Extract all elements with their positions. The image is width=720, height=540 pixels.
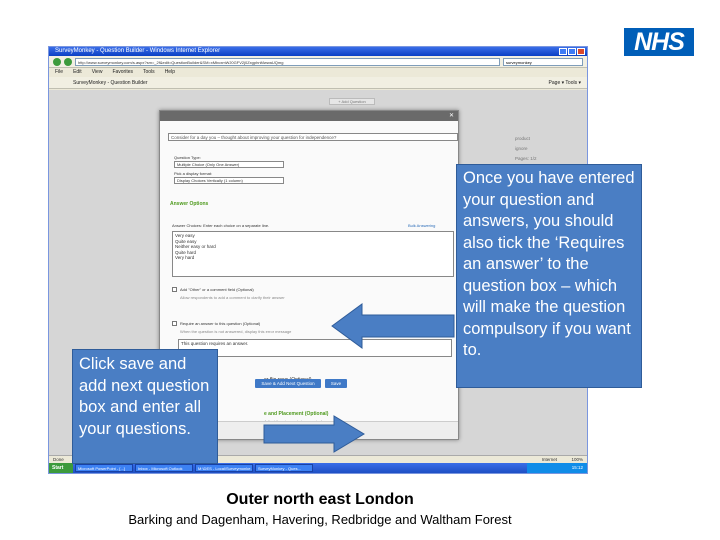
save-add-next-question-button[interactable]: Save & Add Next Question [255, 379, 321, 388]
display-format-select[interactable]: Display Choices Vertically (1 column) [174, 177, 284, 184]
callout-save-add: Click save and add next question box and… [72, 349, 218, 464]
display-format-label: Pick a display format: [174, 171, 213, 176]
back-icon[interactable] [53, 57, 61, 66]
arrow-right-icon [263, 415, 365, 453]
arrow-left-icon [331, 303, 455, 349]
save-button[interactable]: Save [325, 379, 347, 388]
side-label: Pages: 1/2 [515, 156, 537, 161]
require-answer-checkbox[interactable] [172, 321, 177, 326]
other-field-desc: Allow respondents to add a comment to cl… [180, 295, 285, 300]
side-label: ignore [515, 146, 528, 151]
address-bar: http://www.surveymonkey.com/s.aspx?sm=_2… [49, 56, 587, 68]
taskbar-item[interactable]: Microsoft PowerPoint - [...] [75, 464, 133, 472]
require-answer-desc: When the question is not answered, displ… [180, 329, 292, 334]
list-item: Very hard [175, 255, 195, 260]
callout-require-answer: Once you have entered your question and … [456, 164, 642, 388]
forward-icon[interactable] [64, 57, 72, 66]
dialog-header: ✕ [160, 111, 458, 121]
start-button[interactable]: Start [49, 463, 73, 473]
menu-edit[interactable]: Edit [73, 68, 82, 77]
url-input[interactable]: http://www.surveymonkey.com/s.aspx?sm=_2… [75, 57, 500, 66]
bulk-answering-link[interactable]: Bulk Answering [408, 223, 435, 228]
taskbar-item[interactable]: M:\DES - Local\Surveymonke... [195, 464, 253, 472]
other-checkbox[interactable] [172, 287, 177, 292]
page-tools-menu[interactable]: Page ▾ Tools ▾ [549, 77, 581, 89]
menu-view[interactable]: View [92, 68, 103, 77]
footer-title: Outer north east London [226, 491, 414, 508]
tab-bar: SurveyMonkey - Question Builder Page ▾ T… [49, 77, 587, 89]
nhs-logo: NHS [624, 28, 694, 56]
close-icon[interactable] [577, 48, 585, 55]
question-type-select[interactable]: Multiple Choice (Only One Answer) [174, 161, 284, 168]
menu-help[interactable]: Help [165, 68, 175, 77]
answer-choices-textarea[interactable]: Very easy Quite easy Neither easy or har… [172, 231, 454, 277]
window-controls [559, 48, 585, 55]
menu-file[interactable]: File [55, 68, 63, 77]
maximize-icon[interactable] [568, 48, 576, 55]
menu-favorites[interactable]: Favorites [112, 68, 133, 77]
browser-title: SurveyMonkey - Question Builder - Window… [55, 48, 221, 54]
browser-titlebar: SurveyMonkey - Question Builder - Window… [49, 47, 587, 56]
footer-subtitle: Barking and Dagenham, Havering, Redbridg… [128, 512, 512, 527]
taskbar: Start Microsoft PowerPoint - [...] Inbox… [49, 463, 587, 473]
dialog-close-icon[interactable]: ✕ [449, 112, 454, 120]
question-text-input[interactable]: Consider for a day you – thought about i… [168, 133, 458, 141]
require-answer-label: Require an answer to this question (Opti… [180, 321, 261, 326]
taskbar-item[interactable]: SurveyMonkey - Ques... [255, 464, 313, 472]
status-text: Done [53, 457, 64, 462]
question-type-label: Question Type: [174, 155, 201, 160]
side-label: product [515, 136, 531, 141]
search-input[interactable]: surveymonkey [503, 57, 583, 66]
taskbar-item[interactable]: Inbox - Microsoft Outlook [135, 464, 193, 472]
minimize-icon[interactable] [559, 48, 567, 55]
menu-bar: File Edit View Favorites Tools Help [49, 68, 587, 77]
menu-tools[interactable]: Tools [143, 68, 155, 77]
add-question-button[interactable]: + Add Question [329, 98, 375, 105]
clock: 15:12 [527, 463, 587, 473]
browser-tab[interactable]: SurveyMonkey - Question Builder [73, 80, 147, 86]
answer-choices-label: Answer Choices: Enter each choice on a s… [172, 223, 270, 228]
answer-options-heading: Answer Options [170, 201, 209, 207]
other-field-label: Add "Other" or a comment field (Optional… [180, 287, 254, 292]
